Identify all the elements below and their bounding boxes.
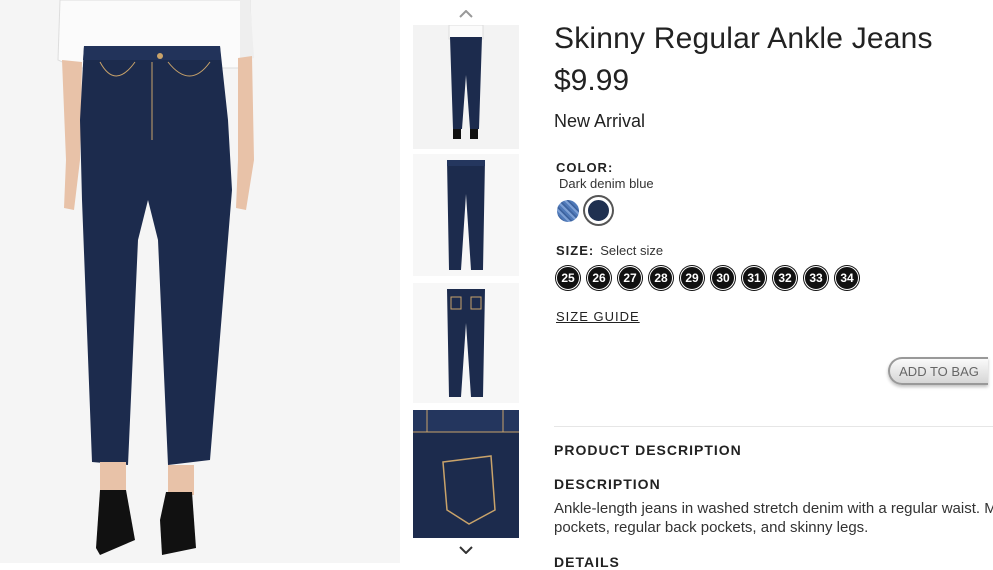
thumbnail-gallery (410, 0, 522, 563)
size-guide-link[interactable]: SIZE GUIDE (556, 309, 640, 324)
size-option-26[interactable]: 26 (587, 266, 611, 290)
chevron-down-icon[interactable] (410, 540, 522, 560)
color-swatch-light-denim[interactable] (557, 200, 579, 222)
product-info-panel: Skinny Regular Ankle Jeans $9.99 New Arr… (554, 0, 993, 570)
thumbnail-flat-back[interactable] (413, 283, 519, 403)
color-swatch-dark-denim-blue[interactable] (585, 197, 612, 224)
size-select-placeholder: Select size (600, 243, 664, 258)
size-option-34[interactable]: 34 (835, 266, 859, 290)
selected-color-name: Dark denim blue (559, 176, 654, 191)
size-row: SIZE: Select size (556, 243, 663, 258)
thumbnail-flat-front[interactable] (413, 154, 519, 276)
product-description-heading[interactable]: PRODUCT DESCRIPTION (554, 442, 742, 458)
new-arrival-badge: New Arrival (554, 111, 646, 131)
thumbnail-front[interactable] (413, 25, 519, 149)
description-text: Ankle-length jeans in washed stretch den… (554, 500, 993, 536)
size-option-29[interactable]: 29 (680, 266, 704, 290)
size-options: 25 26 27 28 29 30 31 32 33 34 (556, 266, 866, 290)
size-option-33[interactable]: 33 (804, 266, 828, 290)
size-option-27[interactable]: 27 (618, 266, 642, 290)
size-option-31[interactable]: 31 (742, 266, 766, 290)
jeans-model-image (0, 0, 400, 563)
size-option-32[interactable]: 32 (773, 266, 797, 290)
section-divider (554, 426, 993, 427)
chevron-up-icon[interactable] (410, 4, 522, 24)
size-option-28[interactable]: 28 (649, 266, 673, 290)
color-label: COLOR: (556, 160, 614, 175)
thumbnail-detail[interactable] (413, 410, 519, 538)
add-to-bag-button[interactable]: ADD TO BAG (888, 357, 988, 385)
size-option-30[interactable]: 30 (711, 266, 735, 290)
product-price: $9.99 (554, 64, 630, 97)
size-label: SIZE: (556, 243, 595, 258)
description-subheading: DESCRIPTION (554, 476, 661, 492)
main-product-image[interactable] (0, 0, 400, 563)
details-heading[interactable]: DETAILS (554, 554, 620, 570)
size-option-25[interactable]: 25 (556, 266, 580, 290)
product-title: Skinny Regular Ankle Jeans (554, 22, 933, 55)
